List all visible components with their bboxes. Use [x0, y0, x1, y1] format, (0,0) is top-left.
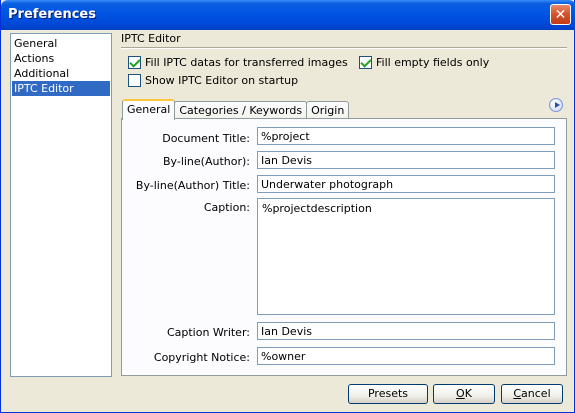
section-divider [121, 47, 567, 49]
presets-label: Presets [367, 387, 409, 400]
tab-scroll-right-button[interactable] [549, 98, 563, 112]
cancel-accelerator: C [513, 387, 522, 400]
tab-strip: General Categories / Keywords Origin [122, 99, 350, 120]
fill-empty-checkbox[interactable]: Fill empty fields only [359, 56, 489, 69]
fill-iptc-checkbox[interactable]: Fill IPTC datas for transferred images [128, 56, 348, 69]
checkbox-checked-icon[interactable] [359, 56, 372, 69]
close-button[interactable]: ✕ [550, 4, 571, 25]
title-bar: Preferences ✕ [1, 0, 575, 30]
window-title: Preferences [8, 7, 96, 22]
category-item-general[interactable]: General [12, 36, 110, 51]
byline-title-field[interactable]: Underwater photograph [257, 175, 555, 193]
show-editor-label: Show IPTC Editor on startup [145, 74, 299, 87]
category-item-actions[interactable]: Actions [12, 51, 110, 66]
ok-label-rest: K [464, 387, 472, 400]
tab-general[interactable]: General [122, 99, 176, 120]
byline-label: By-line(Author): [162, 155, 250, 168]
cancel-label-rest: ancel [521, 387, 551, 400]
fill-iptc-label: Fill IPTC datas for transferred images [145, 56, 348, 69]
category-list[interactable]: General Actions Additional IPTC Editor [10, 33, 112, 377]
copyright-label: Copyright Notice: [153, 351, 250, 364]
caption-label: Caption: [203, 201, 250, 214]
caption-textarea[interactable]: %projectdescription [257, 198, 555, 315]
presets-button[interactable]: Presets [348, 384, 428, 404]
checkbox-checked-icon[interactable] [128, 56, 141, 69]
fill-empty-label: Fill empty fields only [376, 56, 490, 69]
close-icon: ✕ [554, 6, 567, 23]
caption-writer-label: Caption Writer: [166, 326, 250, 339]
section-title: IPTC Editor [121, 32, 181, 45]
category-item-additional[interactable]: Additional [12, 66, 110, 81]
preferences-window: Preferences ✕ General Actions Additional… [0, 0, 575, 413]
arrow-right-icon [554, 102, 560, 108]
byline-field[interactable]: Ian Devis [257, 151, 555, 169]
ok-accelerator: O [456, 387, 465, 400]
caption-writer-field[interactable]: Ian Devis [257, 322, 555, 340]
ok-button[interactable]: OK [433, 384, 495, 404]
byline-title-label: By-line(Author) Title: [135, 179, 250, 192]
cancel-button[interactable]: Cancel [501, 384, 563, 404]
copyright-field[interactable]: %owner [257, 347, 555, 365]
checkbox-unchecked-icon[interactable] [128, 74, 141, 87]
document-title-field[interactable]: %project [257, 127, 555, 145]
document-title-label: Document Title: [162, 132, 250, 145]
show-editor-checkbox[interactable]: Show IPTC Editor on startup [128, 74, 298, 87]
category-item-iptc-editor[interactable]: IPTC Editor [12, 81, 110, 96]
